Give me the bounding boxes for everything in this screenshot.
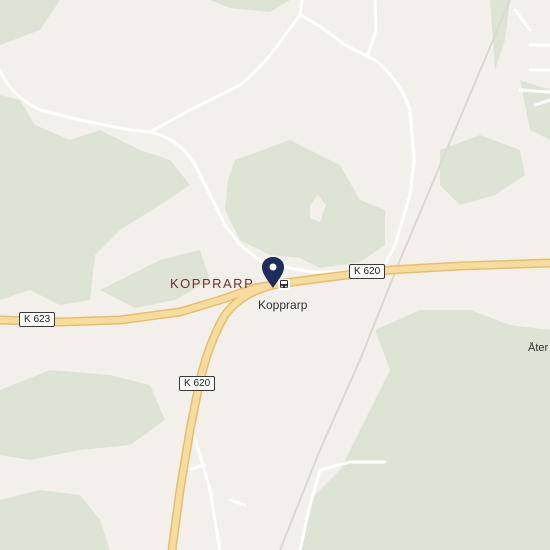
map-canvas[interactable]: K 620 K 623 K 620 KOPPRARP Kopprarp Åter	[0, 0, 550, 550]
road-shield-k620-south: K 620	[179, 376, 216, 391]
place-label-kopprarp[interactable]: KOPPRARP	[170, 276, 254, 291]
road-shield-k620-east: K 620	[349, 264, 386, 279]
edge-place-label[interactable]: Åter	[528, 342, 550, 354]
poi-label-kopprarp[interactable]: Kopprarp	[258, 298, 307, 312]
bus-stop-icon[interactable]	[278, 279, 290, 290]
map-base-layer	[0, 0, 550, 550]
road-shield-k623: K 623	[19, 312, 56, 327]
